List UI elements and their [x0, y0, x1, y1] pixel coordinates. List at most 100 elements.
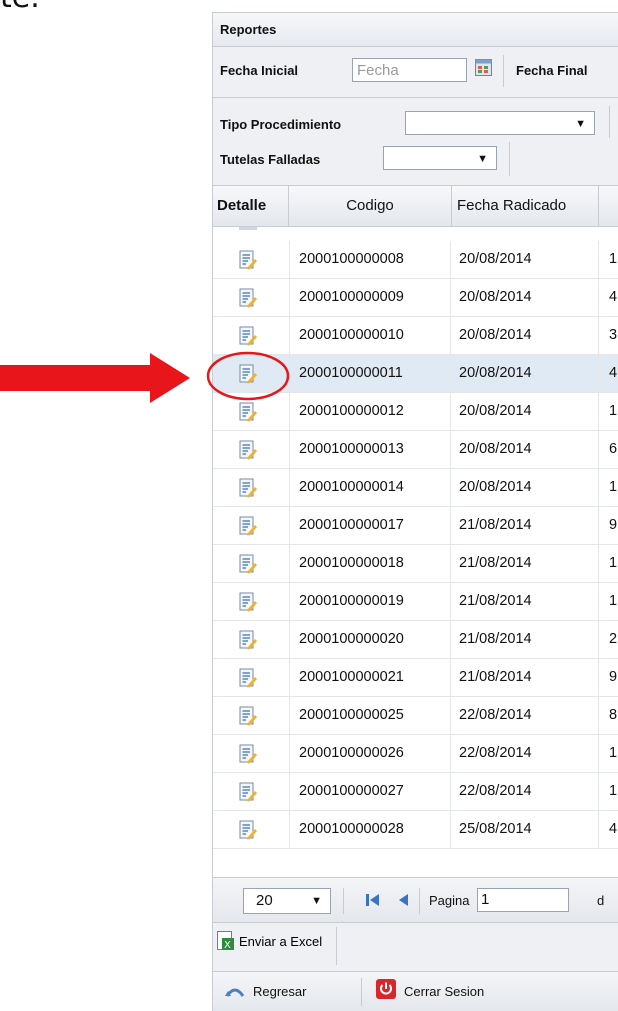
page-size-value: 20: [256, 892, 273, 909]
table-row[interactable]: 2000100000019 21/08/2014 1: [213, 583, 618, 621]
document-edit-icon[interactable]: [239, 668, 257, 688]
detail-cell[interactable]: [213, 469, 290, 506]
detail-cell[interactable]: [213, 811, 290, 848]
document-edit-icon[interactable]: [239, 478, 257, 498]
detail-cell[interactable]: [213, 431, 290, 468]
table-row[interactable]: 2000100000014 20/08/2014 1: [213, 469, 618, 507]
table-row[interactable]: 2000100000009 20/08/2014 4: [213, 279, 618, 317]
document-edit-icon[interactable]: [239, 706, 257, 726]
detail-cell[interactable]: [213, 507, 290, 544]
detail-cell[interactable]: [213, 317, 290, 354]
detail-cell[interactable]: [213, 355, 290, 392]
export-bar: X Enviar a Excel: [213, 923, 618, 972]
table-row[interactable]: 2000100000011 20/08/2014 4: [213, 355, 618, 393]
document-edit-icon[interactable]: [239, 820, 257, 840]
codigo-cell: 2000100000019: [289, 583, 451, 620]
extra-cell: 1: [609, 479, 618, 495]
first-page-icon[interactable]: [366, 894, 380, 906]
footer-bar: Regresar Cerrar Sesion: [213, 972, 618, 1011]
fecha-cell: 20/08/2014: [451, 279, 599, 316]
extra-cell: 4: [609, 289, 618, 305]
page-size-select[interactable]: 20 ▼: [243, 888, 331, 914]
tipo-procedimiento-label: Tipo Procedimiento: [220, 117, 342, 132]
extra-cell: 9: [609, 669, 618, 685]
fecha-cell: 21/08/2014: [451, 545, 599, 582]
table-row[interactable]: 2000100000027 22/08/2014 1: [213, 773, 618, 811]
fecha-inicial-input[interactable]: Fecha: [352, 58, 467, 82]
document-edit-icon[interactable]: [239, 782, 257, 802]
separator: [361, 978, 362, 1006]
extra-cell: 1: [609, 555, 618, 571]
codigo-cell: 2000100000021: [289, 659, 451, 696]
codigo-cell: 2000100000017: [289, 507, 451, 544]
detail-cell[interactable]: [213, 773, 290, 810]
extra-cell: 1: [609, 251, 618, 267]
document-edit-icon[interactable]: [239, 630, 257, 650]
document-edit-icon[interactable]: [239, 744, 257, 764]
fecha-cell: 20/08/2014: [451, 241, 599, 278]
table-row[interactable]: 2000100000013 20/08/2014 6: [213, 431, 618, 469]
codigo-cell: 2000100000028: [289, 811, 451, 848]
svg-text:X: X: [224, 940, 231, 951]
table-row[interactable]: 2000100000020 21/08/2014 2: [213, 621, 618, 659]
fecha-inicial-label: Fecha Inicial: [220, 63, 299, 78]
detail-cell[interactable]: [213, 659, 290, 696]
document-edit-icon[interactable]: [239, 288, 257, 308]
column-header-codigo[interactable]: Codigo: [289, 186, 452, 226]
fecha-cell: 21/08/2014: [451, 659, 599, 696]
extra-cell: 4: [609, 365, 618, 381]
detail-cell[interactable]: [213, 735, 290, 772]
tutelas-falladas-label: Tutelas Falladas: [220, 152, 321, 167]
column-header-detalle[interactable]: Detalle: [213, 186, 289, 226]
tutelas-falladas-select[interactable]: ▼: [383, 146, 497, 170]
table-row[interactable]: 2000100000010 20/08/2014 3: [213, 317, 618, 355]
detail-cell[interactable]: [213, 583, 290, 620]
table-row[interactable]: 2000100000026 22/08/2014 1: [213, 735, 618, 773]
previous-page-icon[interactable]: [399, 894, 409, 906]
partial-row: [213, 227, 618, 239]
codigo-cell: 2000100000027: [289, 773, 451, 810]
table-row[interactable]: 2000100000028 25/08/2014 4: [213, 811, 618, 849]
document-edit-icon[interactable]: [239, 326, 257, 346]
back-button[interactable]: Regresar: [225, 980, 351, 1004]
detail-cell[interactable]: [213, 621, 290, 658]
page-number-input[interactable]: 1: [477, 888, 569, 912]
detail-cell[interactable]: [213, 697, 290, 734]
document-edit-icon[interactable]: [239, 364, 257, 384]
fecha-cell: 20/08/2014: [451, 469, 599, 506]
calendar-icon[interactable]: [475, 59, 492, 76]
table-row[interactable]: 2000100000017 21/08/2014 9: [213, 507, 618, 545]
extra-cell: 1: [609, 593, 618, 609]
date-filters: Fecha Inicial Fecha Fecha Final: [213, 47, 618, 98]
separator: [509, 142, 510, 176]
fecha-cell: 20/08/2014: [451, 431, 599, 468]
codigo-cell: 2000100000014: [289, 469, 451, 506]
document-edit-icon[interactable]: [239, 554, 257, 574]
fecha-cell: 22/08/2014: [451, 773, 599, 810]
annotation-arrow: [0, 353, 190, 403]
tipo-procedimiento-select[interactable]: ▼: [405, 111, 595, 135]
detail-cell[interactable]: [213, 393, 290, 430]
document-edit-icon[interactable]: [239, 402, 257, 422]
table-row[interactable]: 2000100000018 21/08/2014 1: [213, 545, 618, 583]
detail-cell[interactable]: [213, 279, 290, 316]
document-edit-icon[interactable]: [239, 592, 257, 612]
extra-cell: 1: [609, 403, 618, 419]
document-edit-icon[interactable]: [239, 440, 257, 460]
codigo-cell: 2000100000025: [289, 697, 451, 734]
detail-cell[interactable]: [213, 241, 290, 278]
column-header-fecha-radicado[interactable]: Fecha Radicado: [451, 186, 599, 226]
codigo-cell: 2000100000012: [289, 393, 451, 430]
page-label: Pagina: [429, 893, 470, 908]
document-edit-icon[interactable]: [239, 250, 257, 270]
table-row[interactable]: 2000100000021 21/08/2014 9: [213, 659, 618, 697]
dropdown-arrow-icon: ▼: [477, 153, 488, 165]
table-row[interactable]: 2000100000012 20/08/2014 1: [213, 393, 618, 431]
table-row[interactable]: 2000100000025 22/08/2014 8: [213, 697, 618, 735]
export-excel-label: Enviar a Excel: [239, 934, 323, 949]
document-edit-icon[interactable]: [239, 516, 257, 536]
fecha-cell: 20/08/2014: [451, 355, 599, 392]
logout-button[interactable]: Cerrar Sesion: [376, 978, 526, 1004]
table-row[interactable]: 2000100000008 20/08/2014 1: [213, 241, 618, 279]
detail-cell[interactable]: [213, 545, 290, 582]
